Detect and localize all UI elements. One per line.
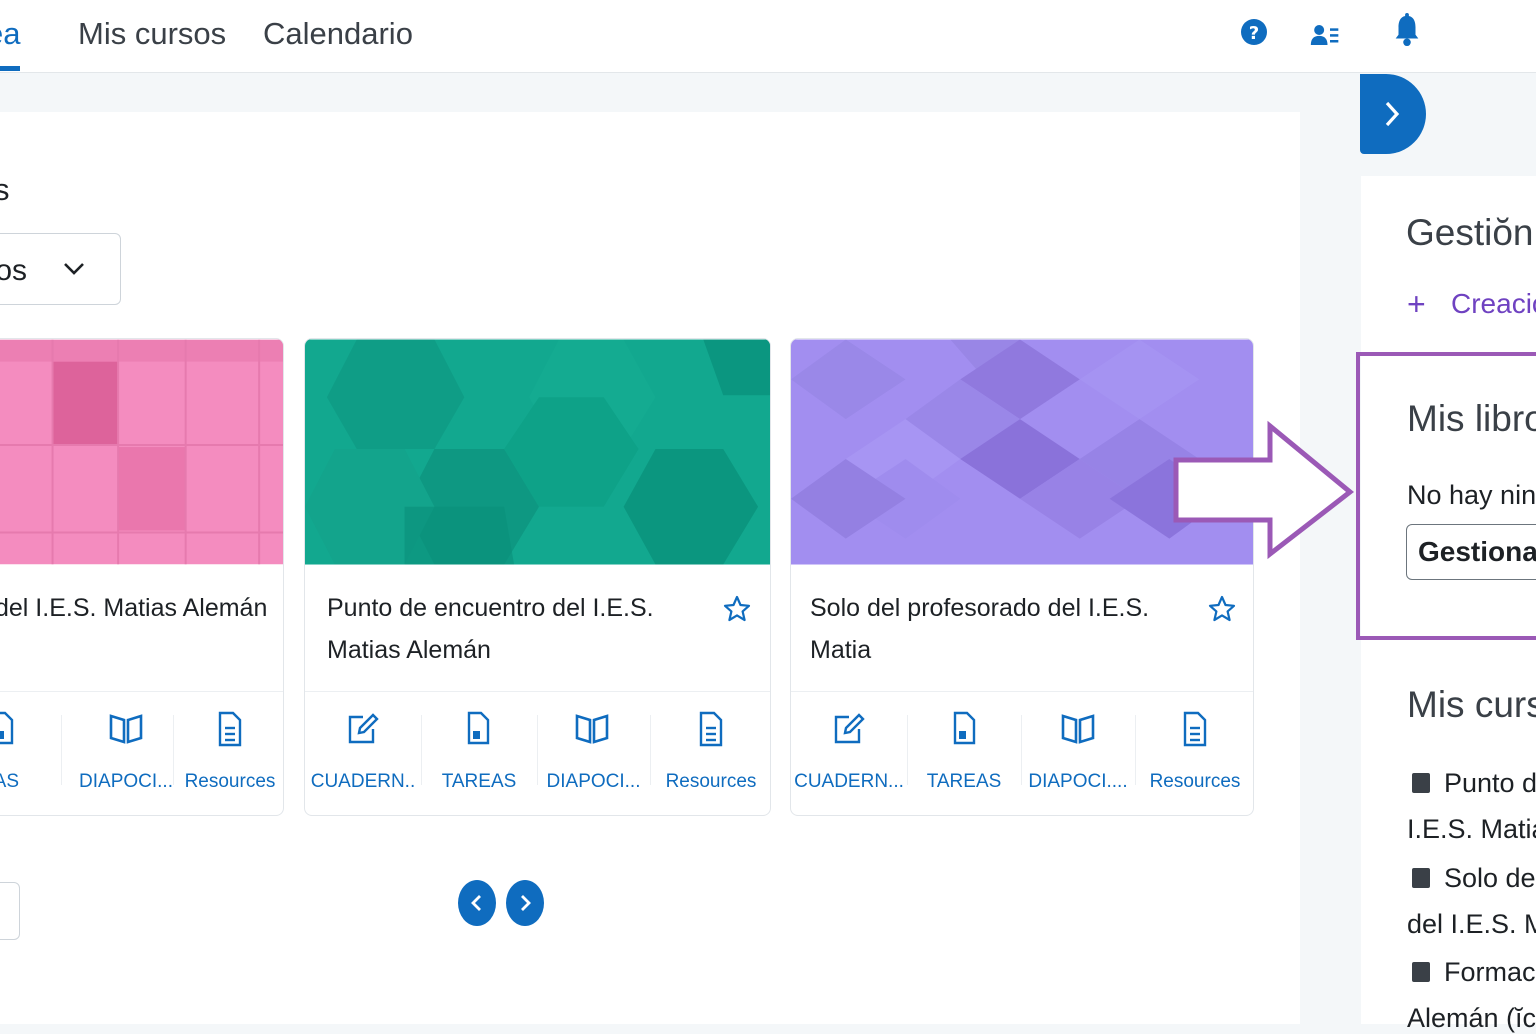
folder-icon [1412, 868, 1430, 888]
block-title-my-books: Mis libro [1407, 398, 1536, 439]
course-image [305, 339, 770, 565]
course-link[interactable]: Alemán (ĭc [1407, 1003, 1536, 1034]
edit-icon [348, 713, 379, 744]
activity-item[interactable]: Resources [1135, 693, 1253, 803]
create-link[interactable]: Creació [1451, 288, 1536, 320]
manage-books-button[interactable]: Gestionar [1406, 524, 1536, 580]
course-image [0, 339, 283, 565]
activity-item[interactable]: TAREAS [907, 693, 1021, 803]
activity-label: TAREAS [926, 771, 1002, 792]
folder-icon [1412, 773, 1430, 793]
document-icon [1183, 711, 1207, 747]
no-books-message: No hay ning [1407, 480, 1536, 510]
activity-separator [173, 715, 174, 785]
activity-item[interactable]: CUADERN... [791, 693, 907, 803]
svg-text:?: ? [1249, 23, 1259, 44]
nav-item-calendar[interactable]: Calendario [263, 16, 413, 52]
folder-icon [1412, 962, 1430, 982]
file-icon [467, 711, 490, 745]
chevron-down-icon [64, 263, 84, 275]
course-card[interactable]: Punto de encuentro del I.E.S. Matias Ale… [304, 338, 771, 816]
card-divider [791, 691, 1253, 692]
activity-label: CUADERN.. [310, 771, 416, 792]
course-title[interactable]: del I.E.S. Matias Alemán [0, 587, 275, 629]
course-link[interactable]: I.E.S. Matias [1407, 814, 1536, 845]
activity-item[interactable]: Resources [181, 693, 279, 803]
bell-icon[interactable] [1392, 13, 1422, 47]
activity-item[interactable]: DIAPOCI.... [1021, 693, 1135, 803]
book-icon [109, 714, 143, 744]
activity-label: Resources [665, 771, 757, 792]
chevron-right-icon [1385, 101, 1400, 127]
course-title[interactable]: Punto de encuentro del I.E.S. Matias Ale… [327, 587, 707, 671]
block-title-gestion: Gestiŏn [1406, 212, 1534, 253]
card-divider [0, 691, 283, 692]
top-navbar: ea Mis cursos Calendario ? [0, 0, 1536, 73]
activity-label: CUADERN... [794, 771, 904, 792]
file-icon [953, 711, 976, 745]
plus-icon[interactable]: + [1407, 286, 1426, 323]
chevron-right-icon [521, 895, 531, 911]
block-title-my-courses: Mis curs [1407, 684, 1536, 725]
nav-active-indicator [0, 66, 20, 71]
star-icon[interactable] [1208, 595, 1236, 623]
activity-label: DIAPOCI.... [1028, 771, 1128, 792]
activity-item[interactable]: TAREAS [421, 693, 537, 803]
contacts-icon[interactable] [1310, 18, 1340, 52]
book-icon [575, 714, 609, 744]
activity-label: Resources [1149, 771, 1241, 792]
course-link[interactable]: Solo del [1444, 863, 1536, 894]
course-filter-select[interactable]: tos [0, 233, 121, 305]
course-title[interactable]: Solo del profesorado del I.E.S. Matia [810, 587, 1210, 671]
course-link[interactable]: del I.E.S. Ma [1407, 909, 1536, 940]
document-icon [218, 711, 242, 747]
course-link[interactable]: Formac [1444, 957, 1536, 988]
course-card[interactable]: del I.E.S. Matias Alemán EAS DIAPOCI... … [0, 338, 284, 816]
activity-item[interactable]: EAS [0, 693, 59, 803]
chevron-left-icon [471, 895, 481, 911]
course-card[interactable]: Solo del profesorado del I.E.S. Matia CU… [790, 338, 1254, 816]
activity-item[interactable]: DIAPOCI... [71, 693, 181, 803]
file-icon [0, 711, 14, 745]
help-icon[interactable]: ? [1239, 15, 1269, 49]
card-divider [305, 691, 770, 692]
activity-item[interactable]: CUADERN.. [305, 693, 421, 803]
activity-label: EAS [0, 771, 20, 792]
activity-label: Resources [184, 771, 276, 792]
activity-label: TAREAS [441, 771, 517, 792]
per-page-select[interactable] [0, 882, 20, 940]
nav-item-active[interactable]: ea [0, 16, 20, 52]
annotation-arrow-icon [1173, 420, 1355, 560]
nav-item-my-courses[interactable]: Mis cursos [78, 16, 226, 52]
activity-item[interactable]: Resources [650, 693, 770, 803]
activity-separator [61, 715, 62, 785]
next-page-button[interactable] [506, 880, 544, 926]
activity-item[interactable]: DIAPOCI... [537, 693, 650, 803]
filter-value: tos [0, 254, 28, 287]
star-icon[interactable] [723, 595, 751, 623]
edit-icon [834, 713, 865, 744]
activity-label: DIAPOCI... [79, 771, 173, 792]
book-icon [1061, 714, 1095, 744]
prev-page-button[interactable] [458, 880, 496, 926]
document-icon [699, 711, 723, 747]
activity-label: DIAPOCI... [546, 771, 641, 792]
manage-books-label: Gestionar [1418, 536, 1536, 567]
course-link[interactable]: Punto d [1444, 768, 1536, 799]
drawer-toggle-button[interactable] [1360, 74, 1426, 154]
section-heading: s [0, 172, 10, 207]
